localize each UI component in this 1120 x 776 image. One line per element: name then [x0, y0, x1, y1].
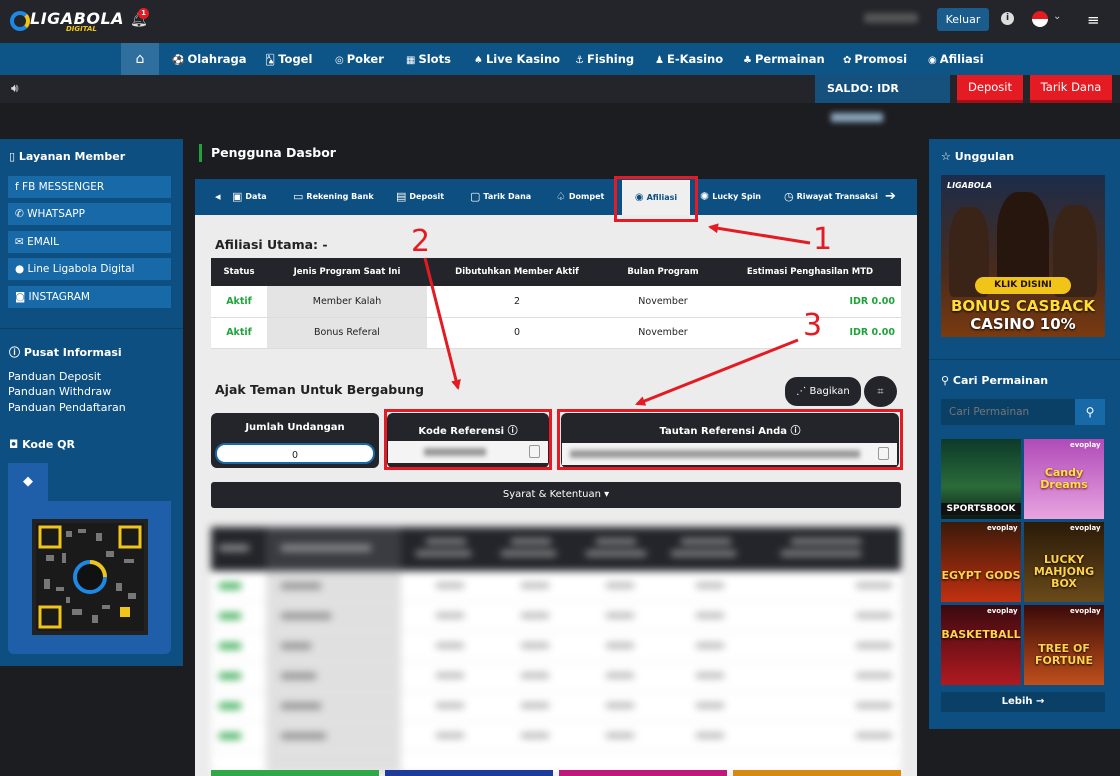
provider-tag: evoplay	[1070, 524, 1101, 532]
banner-headline: BONUS CASBACK	[950, 297, 1096, 315]
game-name: LUCKY MAHJONG BOX	[1033, 553, 1095, 590]
game-name: Candy Dreams	[1040, 466, 1088, 491]
game-search: ⚲	[941, 399, 1105, 425]
game-tile-tree-of-fortune[interactable]: evoplay TREE OF FORTUNE	[1024, 605, 1104, 685]
search-icon: ⚲	[941, 374, 953, 387]
more-games-button[interactable]: Lebih →	[941, 692, 1105, 712]
arrow-3	[635, 338, 799, 406]
arrow-2	[423, 257, 461, 390]
search-button-icon[interactable]: ⚲	[1075, 399, 1105, 425]
banner-cta[interactable]: KLIK DISINI	[975, 277, 1071, 294]
divider	[929, 359, 1120, 360]
game-tile-egypt-gods[interactable]: evoplay EGYPT GODS	[941, 522, 1021, 602]
right-sidebar: ☆ Unggulan LIGABOLA KLIK DISINI BONUS CA…	[929, 139, 1120, 729]
banner-logo: LIGABOLA	[947, 181, 993, 190]
annotation-number-3: 3	[803, 308, 823, 343]
provider-tag: evoplay	[987, 607, 1018, 615]
section-title-text: Cari Permainan	[952, 374, 1049, 387]
search-games-title: ⚲ Cari Permainan	[941, 374, 1048, 387]
provider-tag: evoplay	[1070, 607, 1101, 615]
game-name: TREE OF FORTUNE	[1035, 642, 1093, 667]
game-tile-candy-dreams[interactable]: evoplay Candy Dreams	[1024, 439, 1104, 519]
arrow-1	[708, 223, 811, 245]
promo-banner[interactable]: LIGABOLA KLIK DISINI BONUS CASBACK CASIN…	[941, 175, 1105, 337]
game-tile-lucky-mahjong[interactable]: evoplay LUCKY MAHJONG BOX	[1024, 522, 1104, 602]
game-tile-sportsbook[interactable]: SPORTSBOOK	[941, 439, 1021, 519]
game-name: SPORTSBOOK	[941, 503, 1021, 515]
game-name: EGYPT GODS	[941, 569, 1021, 582]
banner-subheadline: CASINO 10%	[970, 315, 1076, 333]
game-search-input[interactable]	[941, 399, 1075, 425]
provider-tag: evoplay	[1070, 441, 1101, 449]
featured-title: ☆ Unggulan	[941, 150, 1014, 163]
section-title-text: Unggulan	[954, 150, 1015, 163]
annotation-number-2: 2	[411, 224, 431, 259]
provider-tag: evoplay	[987, 524, 1018, 532]
game-tile-basketball[interactable]: evoplay BASKETBALL	[941, 605, 1021, 685]
game-name: BASKETBALL	[941, 628, 1021, 641]
annotation-number-1: 1	[813, 222, 833, 257]
star-icon: ☆	[941, 150, 955, 163]
